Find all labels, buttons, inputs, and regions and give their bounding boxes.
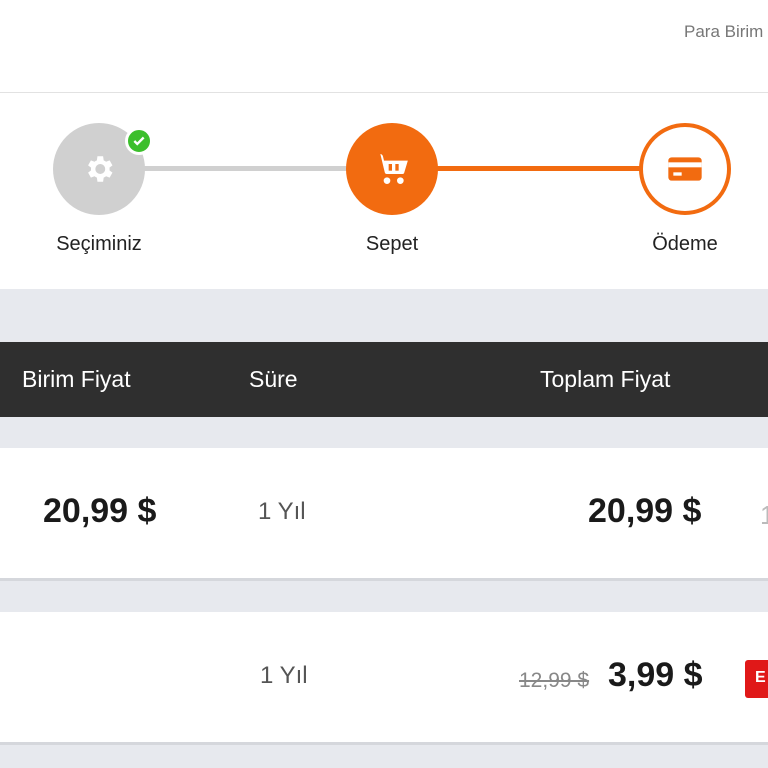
step-label-selection: Seçiminiz [56, 233, 142, 255]
table-row: 20,99 $ 1 Yıl 20,99 $ 1 [0, 448, 768, 578]
duration-value[interactable]: 1 Yıl [260, 662, 308, 690]
step-connector-active [436, 166, 642, 171]
column-total-price: Toplam Fiyat [540, 366, 671, 392]
total-price: 20,99 $ [588, 492, 702, 530]
duration-value[interactable]: 1 Yıl [258, 498, 306, 526]
column-duration: Süre [249, 366, 298, 392]
checkout-steps: Seçiminiz Sepet Ödeme [0, 93, 768, 289]
top-bar: Para Birim [0, 0, 768, 93]
gear-icon [88, 156, 113, 182]
cart-icon [375, 153, 408, 184]
total-price: 3,99 $ [608, 656, 703, 694]
column-unit-price: Birim Fiyat [22, 366, 131, 392]
step-payment[interactable] [639, 123, 731, 215]
table-row: 1 Yıl 12,99 $ 3,99 $ E [0, 612, 768, 742]
step-cart[interactable] [346, 123, 438, 215]
old-price: 12,99 $ [519, 669, 590, 692]
unit-price: 20,99 $ [43, 492, 157, 530]
check-icon [125, 127, 153, 155]
cut-off-value: 1 [760, 500, 768, 530]
discount-badge: E [745, 660, 768, 698]
step-connector-completed [140, 166, 350, 171]
step-label-payment: Ödeme [652, 233, 718, 255]
step-label-cart: Sepet [365, 233, 419, 255]
credit-card-icon [668, 157, 702, 181]
cart-table-header: Birim Fiyat Süre Toplam Fiyat [0, 342, 768, 417]
currency-selector[interactable]: Para Birim [684, 22, 763, 42]
